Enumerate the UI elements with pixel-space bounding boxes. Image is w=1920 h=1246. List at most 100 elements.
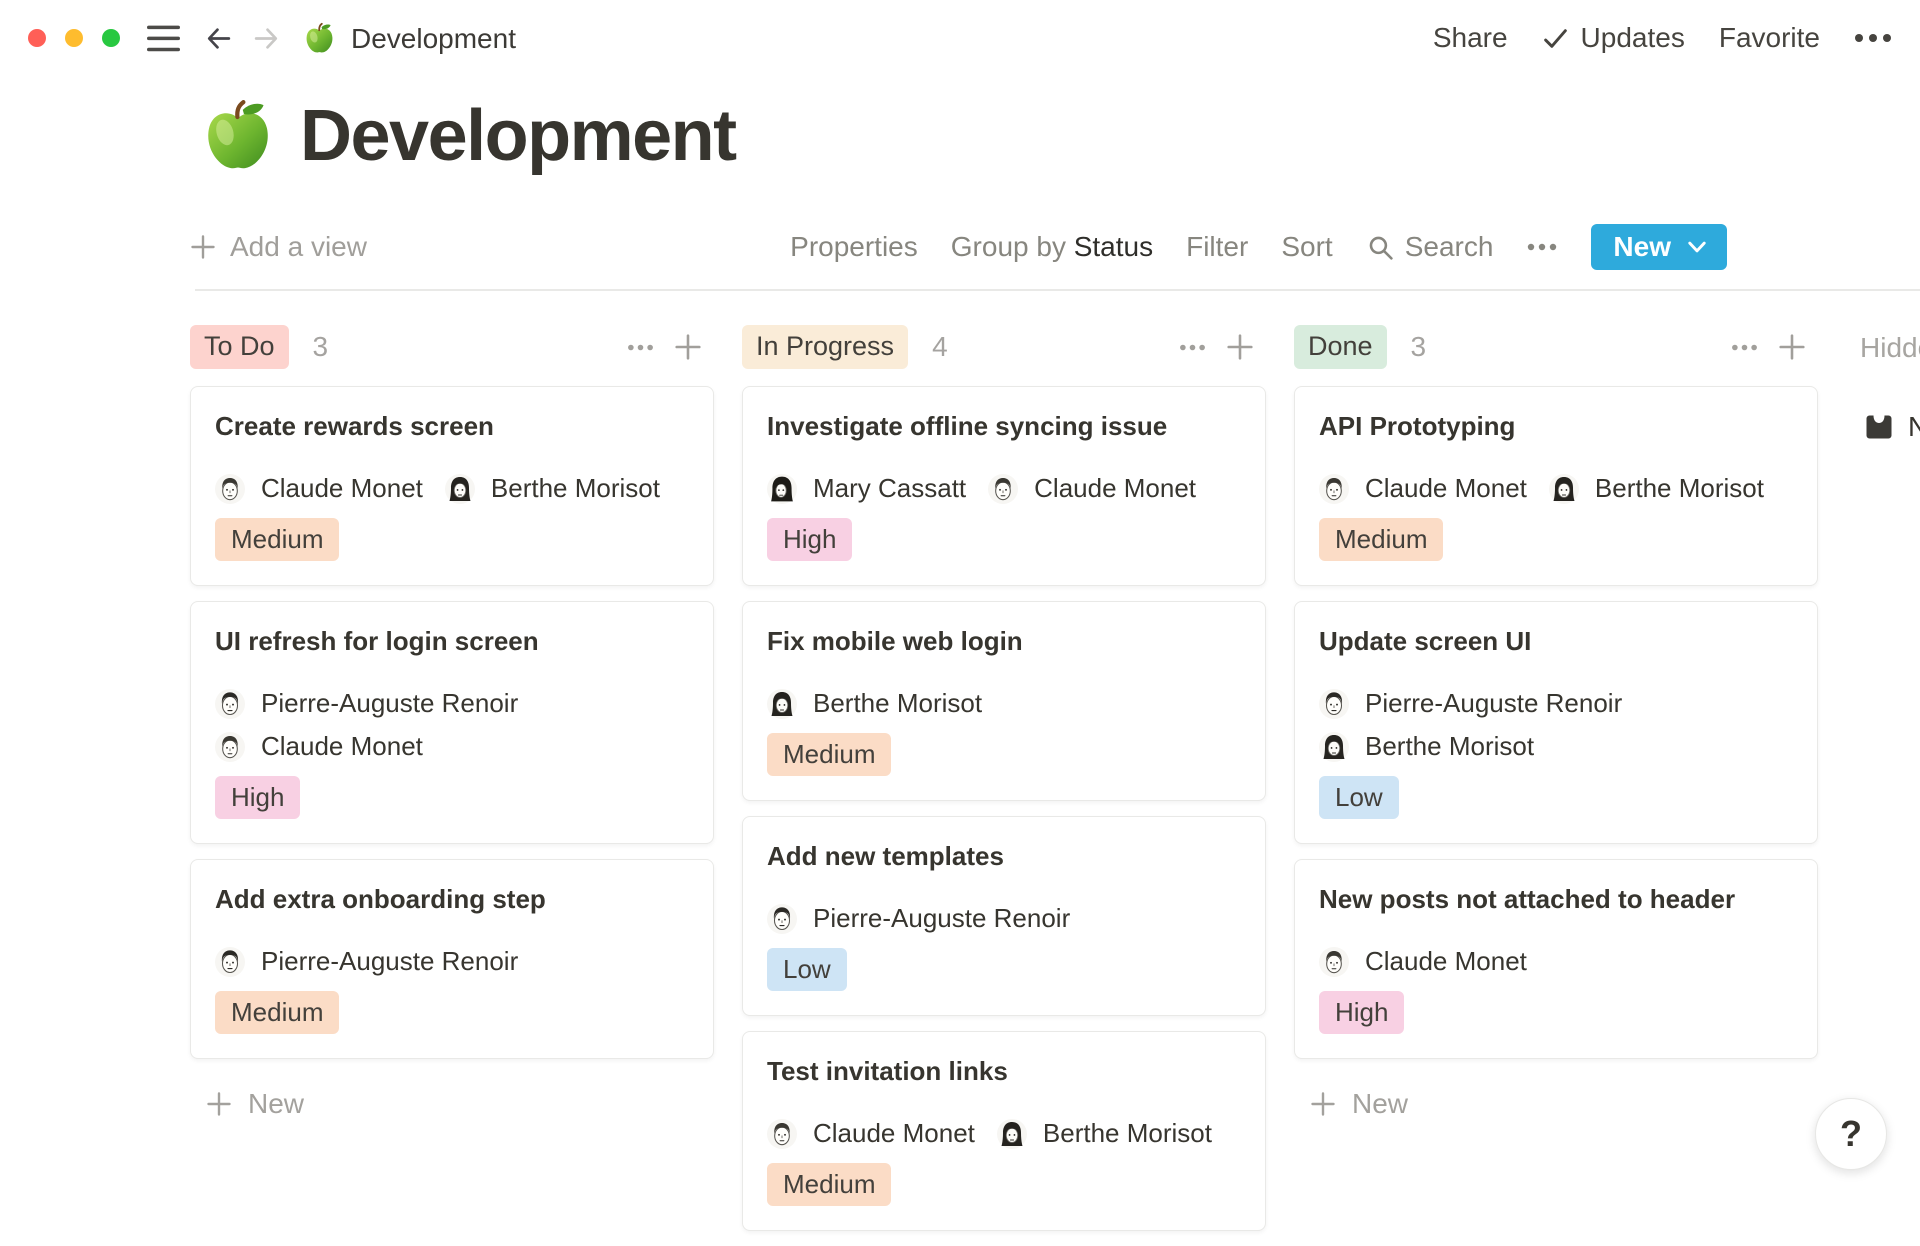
assignee: Berthe Morisot [767, 688, 982, 719]
search-button[interactable]: Search [1366, 231, 1494, 263]
card-title: Test invitation links [767, 1056, 1241, 1086]
more-options-icon[interactable] [1854, 33, 1892, 43]
column-add-icon[interactable] [1226, 333, 1254, 361]
hidden-column-name: N [1908, 411, 1920, 443]
page-header: Development [200, 98, 736, 174]
assignee-name: Berthe Morisot [813, 688, 982, 719]
assignee: Mary Cassatt [767, 473, 966, 504]
minimize-button[interactable] [65, 29, 83, 47]
updates-button[interactable]: Updates [1542, 22, 1685, 54]
card[interactable]: Fix mobile web login Berthe Morisot Medi… [742, 601, 1266, 801]
assignee-list: Claude Monet Berthe Morisot [767, 1118, 1241, 1149]
card-title: Add new templates [767, 841, 1241, 871]
assignee-list: Berthe Morisot [1319, 731, 1793, 762]
plus-icon [1310, 1091, 1336, 1117]
group-by-button[interactable]: Group by Status [951, 231, 1153, 263]
forward-arrow-icon[interactable] [252, 24, 281, 53]
board-column-done: Done 3 API Prototyping Claude Monet Bert… [1294, 325, 1818, 1120]
card[interactable]: API Prototyping Claude Monet Berthe Mori… [1294, 386, 1818, 586]
column-count: 3 [313, 331, 329, 363]
assignee-name: Berthe Morisot [1043, 1118, 1212, 1149]
column-more-icon[interactable] [1179, 344, 1206, 351]
card[interactable]: Update screen UI Pierre-Auguste Renoir B… [1294, 601, 1818, 844]
close-button[interactable] [28, 29, 46, 47]
column-status-badge[interactable]: To Do [190, 325, 289, 369]
hidden-column-item[interactable]: N [1846, 411, 1920, 443]
sidebar-menu-icon[interactable] [147, 25, 180, 52]
hidden-columns-section: Hidden N [1846, 325, 1920, 443]
column-add-icon[interactable] [674, 333, 702, 361]
avatar-berthe-morisot [767, 689, 797, 719]
card-title: Add extra onboarding step [215, 884, 689, 914]
page-title[interactable]: Development [300, 100, 736, 172]
assignee: Claude Monet [215, 473, 423, 504]
window-controls [28, 29, 120, 47]
properties-button[interactable]: Properties [790, 231, 918, 263]
avatar-berthe-morisot [445, 474, 475, 504]
add-card-label: New [1352, 1088, 1408, 1120]
avatar-claude-monet [1319, 947, 1349, 977]
assignee-name: Claude Monet [261, 731, 423, 762]
assignee-name: Claude Monet [1365, 473, 1527, 504]
assignee-list: Claude Monet Berthe Morisot [215, 473, 689, 504]
avatar-berthe-morisot [997, 1119, 1027, 1149]
assignee: Claude Monet [988, 473, 1196, 504]
priority-badge: Low [1319, 776, 1399, 819]
maximize-button[interactable] [102, 29, 120, 47]
assignee-name: Claude Monet [261, 473, 423, 504]
assignee: Berthe Morisot [1549, 473, 1764, 504]
filter-button[interactable]: Filter [1186, 231, 1248, 263]
plus-icon [190, 234, 216, 260]
card[interactable]: UI refresh for login screen Pierre-Augus… [190, 601, 714, 844]
board-top-divider [195, 289, 1920, 291]
share-button[interactable]: Share [1433, 22, 1508, 54]
column-count: 4 [932, 331, 948, 363]
column-more-icon[interactable] [627, 344, 654, 351]
assignee: Claude Monet [1319, 473, 1527, 504]
page-apple-icon[interactable] [200, 98, 276, 174]
help-button[interactable]: ? [1815, 1098, 1887, 1170]
toolbar-more-icon[interactable] [1526, 243, 1558, 251]
add-card-button[interactable]: New [1294, 1088, 1818, 1120]
hidden-columns-label[interactable]: Hidden [1846, 325, 1920, 364]
column-add-icon[interactable] [1778, 333, 1806, 361]
group-by-label: Group by [951, 231, 1066, 262]
assignee-list: Claude Monet [215, 731, 689, 762]
priority-badge: High [1319, 991, 1404, 1034]
avatar-pierre-auguste-renoir [215, 689, 245, 719]
inbox-icon [1864, 412, 1894, 442]
avatar-mary-cassatt [767, 474, 797, 504]
new-button[interactable]: New [1591, 224, 1727, 270]
assignee: Berthe Morisot [445, 473, 660, 504]
add-card-button[interactable]: New [190, 1088, 714, 1120]
favorite-button[interactable]: Favorite [1719, 22, 1820, 54]
window-topbar: Development Share Updates Favorite [0, 0, 1920, 76]
back-arrow-icon[interactable] [204, 24, 233, 53]
assignee-name: Berthe Morisot [1595, 473, 1764, 504]
assignee: Pierre-Auguste Renoir [1319, 688, 1622, 719]
assignee-list: Pierre-Auguste Renoir [767, 903, 1241, 934]
add-card-label: New [248, 1088, 304, 1120]
column-status-badge[interactable]: Done [1294, 325, 1387, 369]
card[interactable]: Investigate offline syncing issue Mary C… [742, 386, 1266, 586]
assignee-name: Pierre-Auguste Renoir [261, 688, 518, 719]
assignee-list: Pierre-Auguste Renoir [215, 946, 689, 977]
column-more-icon[interactable] [1731, 344, 1758, 351]
column-status-badge[interactable]: In Progress [742, 325, 908, 369]
card-title: New posts not attached to header [1319, 884, 1793, 914]
group-by-value: Status [1074, 231, 1153, 262]
card[interactable]: Create rewards screen Claude Monet Berth… [190, 386, 714, 586]
breadcrumb-doc-title[interactable]: Development [351, 23, 516, 55]
card-title: UI refresh for login screen [215, 626, 689, 656]
card[interactable]: Add new templates Pierre-Auguste Renoir … [742, 816, 1266, 1016]
card[interactable]: Add extra onboarding step Pierre-Auguste… [190, 859, 714, 1059]
card[interactable]: New posts not attached to header Claude … [1294, 859, 1818, 1059]
check-icon [1542, 25, 1569, 52]
card[interactable]: Test invitation links Claude Monet Berth… [742, 1031, 1266, 1231]
add-view-button[interactable]: Add a view [190, 231, 367, 263]
priority-badge: Medium [215, 991, 339, 1034]
new-button-label: New [1613, 231, 1671, 263]
card-title: Update screen UI [1319, 626, 1793, 656]
assignee-name: Pierre-Auguste Renoir [261, 946, 518, 977]
sort-button[interactable]: Sort [1281, 231, 1332, 263]
